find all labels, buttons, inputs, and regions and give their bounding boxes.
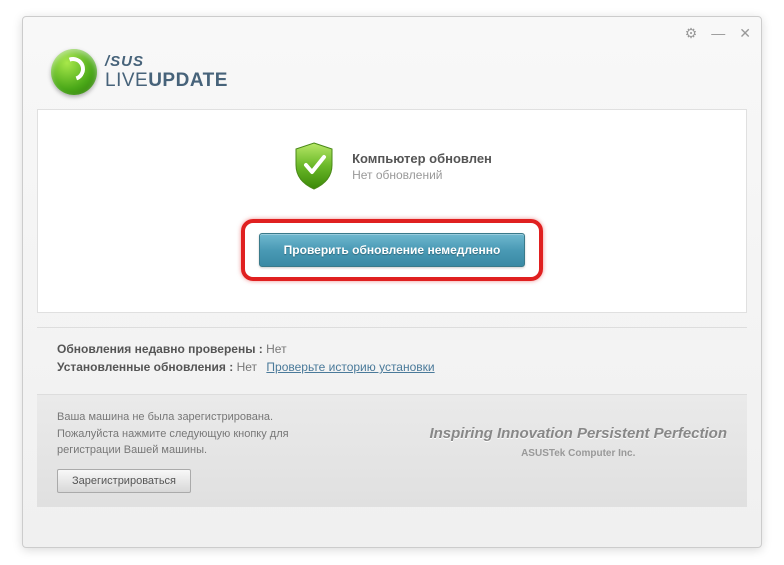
recent-label: Обновления недавно проверены : [57, 342, 263, 356]
recent-check-row: Обновления недавно проверены : Нет [57, 342, 727, 356]
register-button[interactable]: Зарегистрироваться [57, 469, 191, 493]
header: /SUS LIVEUPDATE [23, 49, 761, 109]
logo-text: /SUS LIVEUPDATE [105, 53, 228, 92]
info-block: Обновления недавно проверены : Нет Устан… [37, 327, 747, 388]
recent-value: Нет [266, 342, 286, 356]
installed-label: Установленные обновления : [57, 360, 233, 374]
titlebar: ⚙ — ✕ [23, 17, 761, 49]
highlight-box: Проверить обновление немедленно [241, 219, 544, 281]
installed-value: Нет [237, 360, 257, 374]
branding-block: Inspiring Innovation Persistent Perfecti… [429, 409, 727, 459]
installed-row: Установленные обновления : Нет Проверьте… [57, 360, 727, 374]
company-name: ASUSTek Computer Inc. [429, 448, 727, 459]
check-update-button[interactable]: Проверить обновление немедленно [259, 233, 526, 267]
status-row: Компьютер обновлен Нет обновлений [292, 141, 492, 191]
reg-text-3: регистрации Вашей машины. [57, 442, 289, 459]
status-text: Компьютер обновлен Нет обновлений [352, 151, 492, 182]
slogan: Inspiring Innovation Persistent Perfecti… [429, 425, 727, 442]
logo-icon [51, 49, 97, 95]
gear-icon[interactable]: ⚙ [685, 25, 698, 42]
shield-icon [292, 141, 336, 191]
history-link[interactable]: Проверьте историю установки [266, 360, 434, 374]
status-subtitle: Нет обновлений [352, 168, 492, 182]
minimize-icon[interactable]: — [711, 25, 725, 41]
close-icon[interactable]: ✕ [739, 25, 751, 42]
brand-name: /SUS [105, 53, 228, 70]
reg-text-2: Пожалуйста нажмите следующую кнопку для [57, 426, 289, 443]
registration-block: Ваша машина не была зарегистрирована. По… [57, 409, 289, 493]
reg-text-1: Ваша машина не была зарегистрирована. [57, 409, 289, 426]
status-title: Компьютер обновлен [352, 151, 492, 166]
main-panel: Компьютер обновлен Нет обновлений Провер… [37, 109, 747, 313]
product-name: LIVEUPDATE [105, 70, 228, 92]
footer: Ваша машина не была зарегистрирована. По… [37, 394, 747, 507]
app-window: ⚙ — ✕ /SUS LIVEUPDATE [22, 16, 762, 548]
